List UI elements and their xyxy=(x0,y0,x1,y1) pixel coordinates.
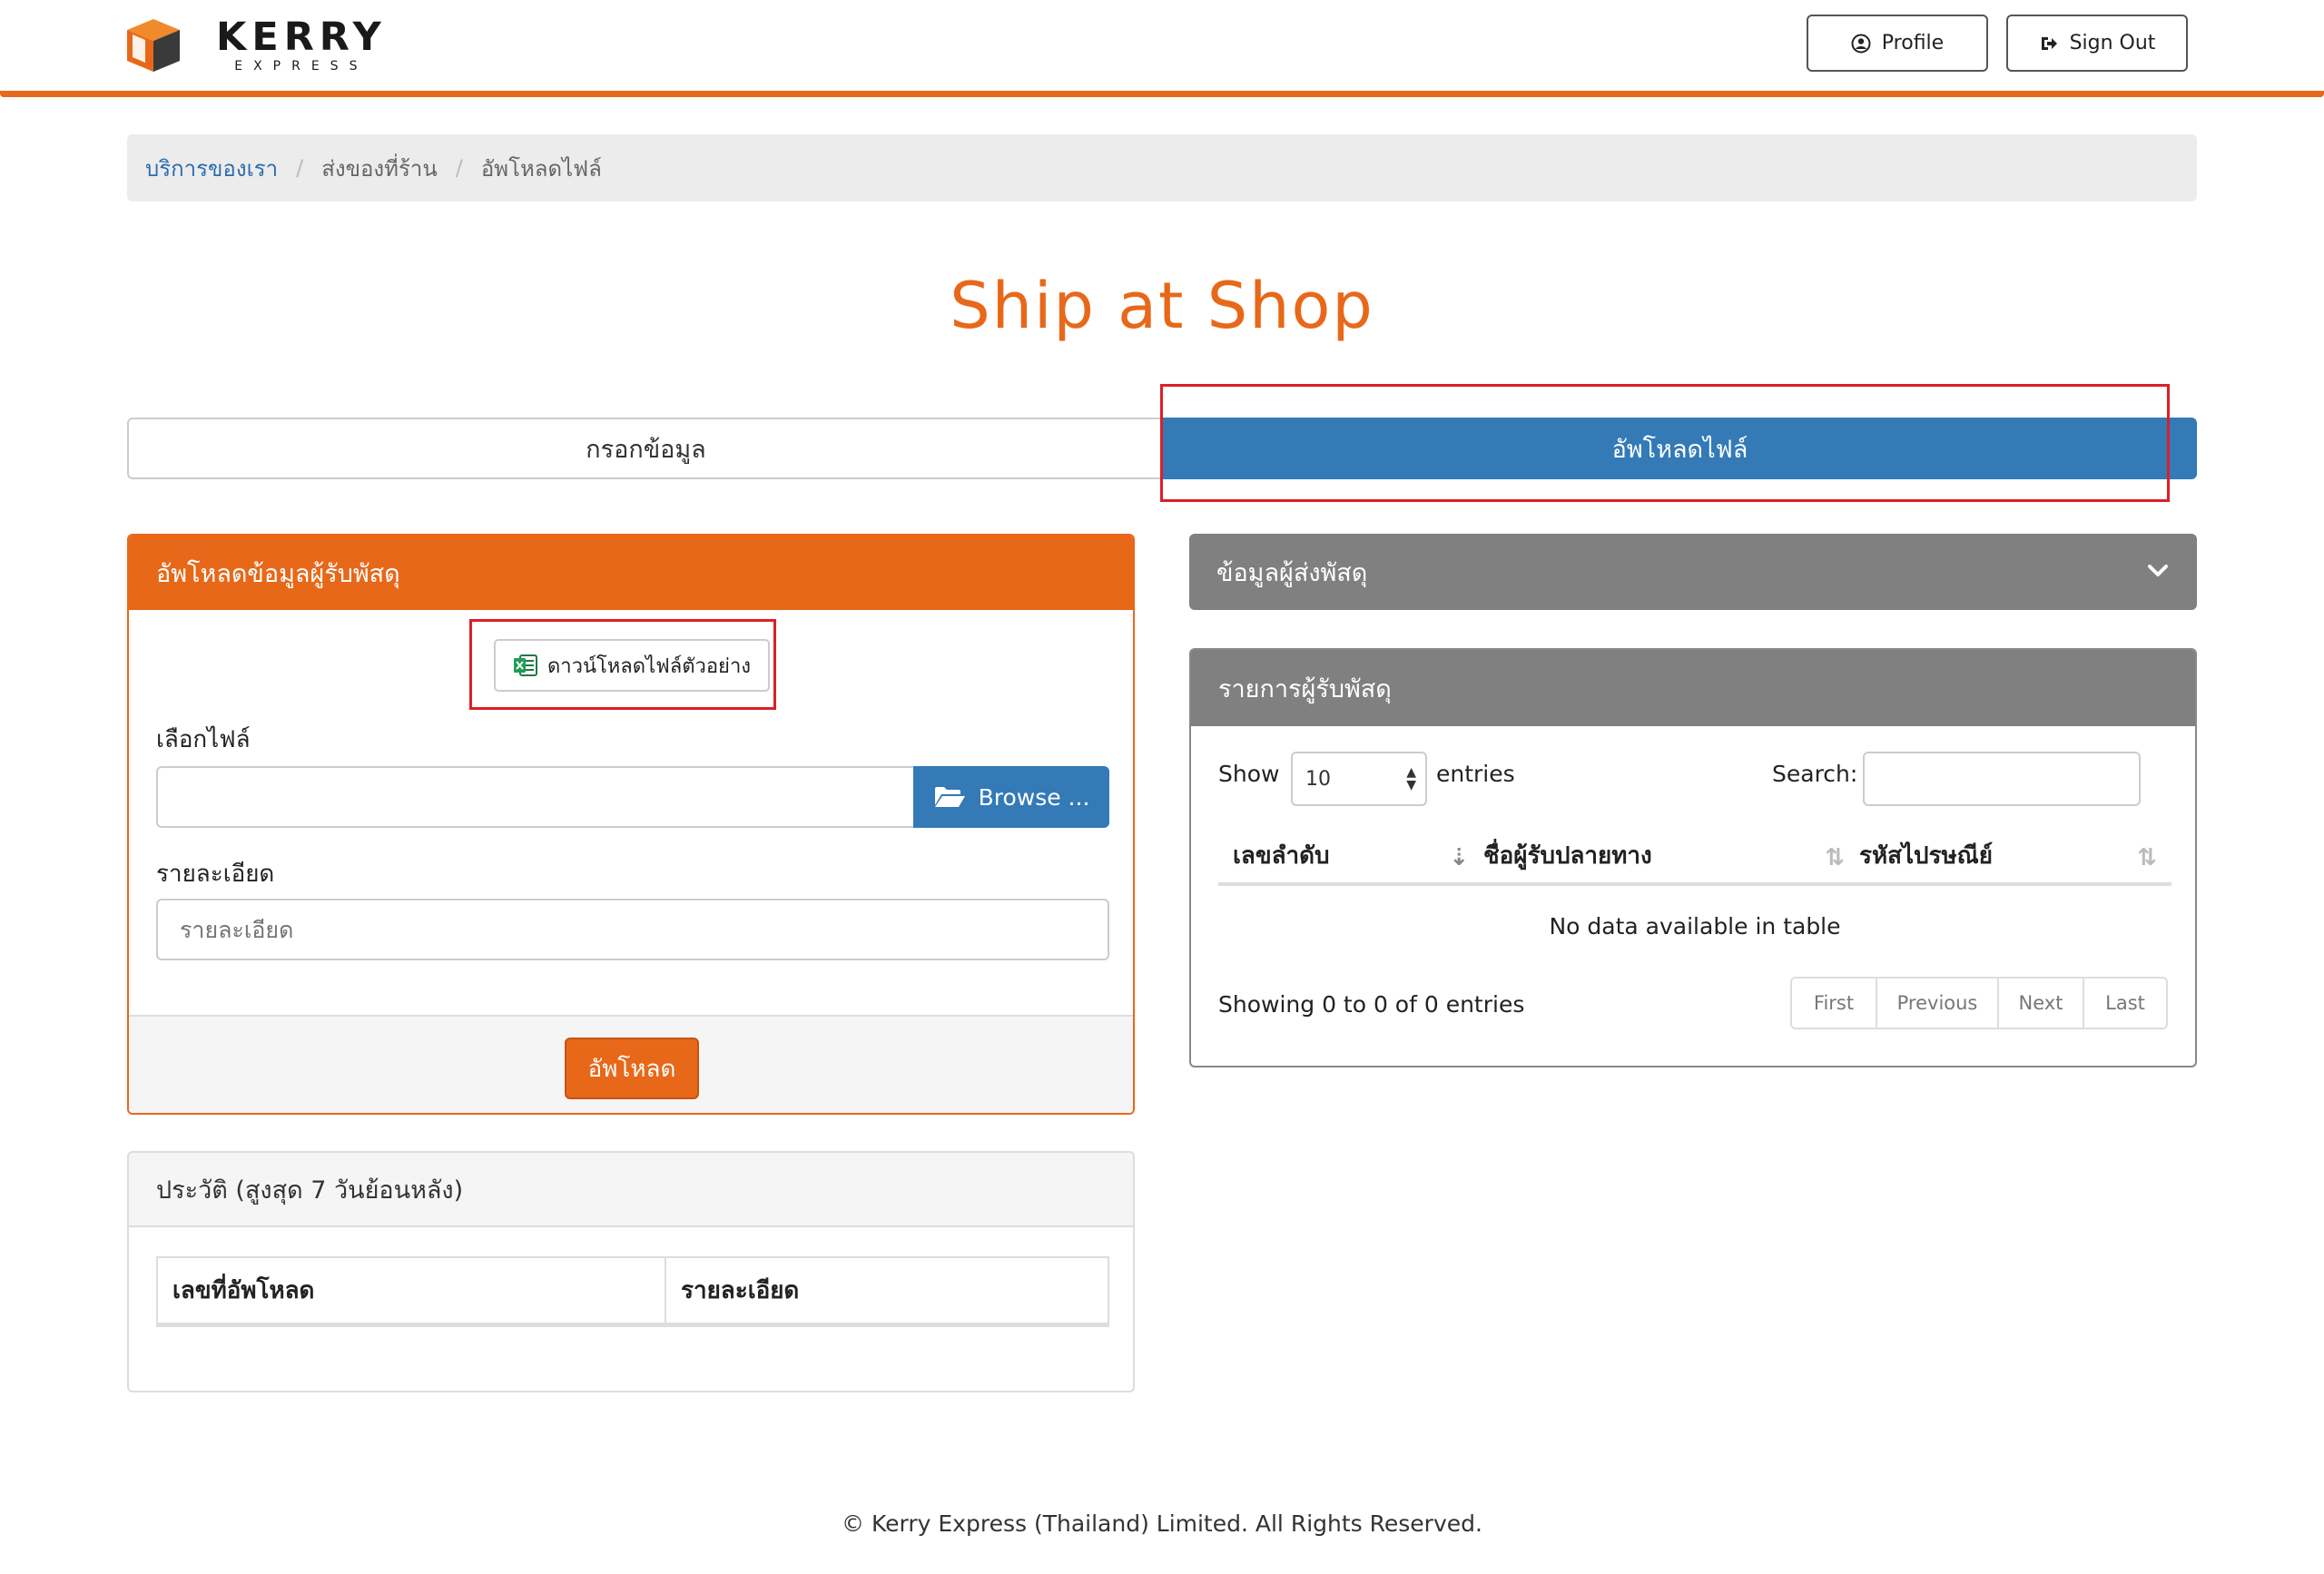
detail-label: รายละเอียด xyxy=(156,861,275,888)
pager-last[interactable]: Last xyxy=(2084,979,2166,1028)
breadcrumb-our-services[interactable]: บริการของเรา xyxy=(145,151,278,186)
folder-open-icon xyxy=(934,787,965,807)
upload-panel: อัพโหลดข้อมูลผู้รับพัสดุ ดาวน์โหลดไฟล์ตั… xyxy=(127,534,1135,1115)
col-recipient-name-label: ชื่อผู้รับปลายทาง xyxy=(1483,841,1652,870)
recipient-list-title: รายการผู้รับพัสดุ xyxy=(1191,650,2195,726)
file-label: เลือกไฟล์ xyxy=(156,726,251,753)
pagination: First Previous Next Last xyxy=(1790,977,2168,1029)
logo-wordmark: KERRY xyxy=(216,15,387,60)
col-postcode[interactable]: รหัสไปรษณีย์ ⇅ xyxy=(1859,828,2171,882)
sort-icon: ⇅ xyxy=(1825,844,1845,871)
breadcrumb-upload-file: อัพโหลดไฟล์ xyxy=(480,155,602,182)
detail-input[interactable] xyxy=(156,899,1109,960)
header-accent-line xyxy=(0,91,2324,97)
sender-info-panel[interactable]: ข้อมูลผู้ส่งพัสดุ xyxy=(1189,534,2197,610)
excel-icon xyxy=(513,654,537,676)
history-table: เลขที่อัพโหลด รายละเอียด xyxy=(156,1256,1109,1327)
col-postcode-label: รหัสไปรษณีย์ xyxy=(1859,841,1994,870)
page-size-value: 10 xyxy=(1305,767,1331,791)
pager-previous[interactable]: Previous xyxy=(1877,979,1999,1028)
breadcrumb: บริการของเรา / ส่งของที่ร้าน / อัพโหลดไฟ… xyxy=(127,134,2197,202)
kerry-logo[interactable]: KERRY EXPRESS xyxy=(125,15,416,76)
select-arrows-icon: ▲ ▼ xyxy=(1406,765,1416,792)
sign-out-label: Sign Out xyxy=(2069,32,2156,54)
history-panel-title: ประวัติ (สูงสุด 7 วันย้อนหลัง) xyxy=(129,1153,1133,1227)
download-sample-button[interactable]: ดาวน์โหลดไฟล์ตัวอย่าง xyxy=(494,639,770,692)
pager-next[interactable]: Next xyxy=(1999,979,2084,1028)
empty-table-message: No data available in table xyxy=(1549,913,1841,939)
mode-tabs: กรอกข้อมูล อัพโหลดไฟล์ xyxy=(127,418,2197,479)
history-col-detail: รายละเอียด xyxy=(666,1258,1108,1325)
tab-upload-file[interactable]: อัพโหลดไฟล์ xyxy=(1163,418,2197,479)
upload-submit-button[interactable]: อัพโหลด xyxy=(565,1038,699,1099)
show-label: Show xyxy=(1218,761,1280,787)
user-circle-icon xyxy=(1851,34,1871,53)
download-sample-label: ดาวน์โหลดไฟล์ตัวอย่าง xyxy=(547,654,752,678)
pager-first[interactable]: First xyxy=(1792,979,1877,1028)
recipient-list-panel: รายการผู้รับพัสดุ Show 10 ▲ ▼ entries Sea… xyxy=(1189,648,2197,1067)
chevron-down-icon[interactable] xyxy=(2144,557,2171,585)
profile-label: Profile xyxy=(1881,32,1945,54)
history-col-upload-no: เลขที่อัพโหลด xyxy=(158,1258,666,1325)
top-navbar: KERRY EXPRESS Profile Sign Out xyxy=(0,0,2324,94)
sign-out-button[interactable]: Sign Out xyxy=(2006,15,2188,72)
page-title: Ship at Shop xyxy=(950,269,1374,343)
file-path-input[interactable] xyxy=(156,766,915,828)
col-sequence-label: เลขลำดับ xyxy=(1233,841,1330,870)
browse-label: Browse ... xyxy=(978,783,1090,811)
page-size-select[interactable]: 10 ▲ ▼ xyxy=(1291,752,1427,806)
breadcrumb-separator: / xyxy=(296,155,304,181)
profile-button[interactable]: Profile xyxy=(1807,15,1988,72)
breadcrumb-ship-at-shop: ส่งของที่ร้าน xyxy=(321,155,438,182)
breadcrumb-separator: / xyxy=(455,155,463,181)
logo-subtitle: EXPRESS xyxy=(234,59,369,74)
footer-copyright: © Kerry Express (Thailand) Limited. All … xyxy=(842,1510,1482,1537)
history-panel: ประวัติ (สูงสุด 7 วันย้อนหลัง) เลขที่อัพ… xyxy=(127,1151,1135,1392)
col-sequence[interactable]: เลขลำดับ ⇣ xyxy=(1218,828,1483,882)
entries-label: entries xyxy=(1436,761,1515,787)
showing-info: Showing 0 to 0 of 0 entries xyxy=(1218,991,1525,1018)
browse-button[interactable]: Browse ... xyxy=(913,766,1109,828)
search-label: Search: xyxy=(1772,761,1858,787)
tab-fill-info[interactable]: กรอกข้อมูล xyxy=(127,418,1163,479)
sort-asc-icon: ⇣ xyxy=(1449,844,1469,871)
col-recipient-name[interactable]: ชื่อผู้รับปลายทาง ⇅ xyxy=(1483,828,1859,882)
box-logo-icon xyxy=(127,19,180,72)
sender-panel-title: ข้อมูลผู้ส่งพัสดุ xyxy=(1216,558,1368,587)
recipient-table-header: เลขลำดับ ⇣ ชื่อผู้รับปลายทาง ⇅ รหัสไปรษณ… xyxy=(1218,828,2171,886)
upload-panel-title: อัพโหลดข้อมูลผู้รับพัสดุ xyxy=(129,536,1133,610)
sign-out-icon xyxy=(2041,36,2057,50)
sort-icon: ⇅ xyxy=(2137,844,2157,871)
search-input[interactable] xyxy=(1863,752,2141,806)
